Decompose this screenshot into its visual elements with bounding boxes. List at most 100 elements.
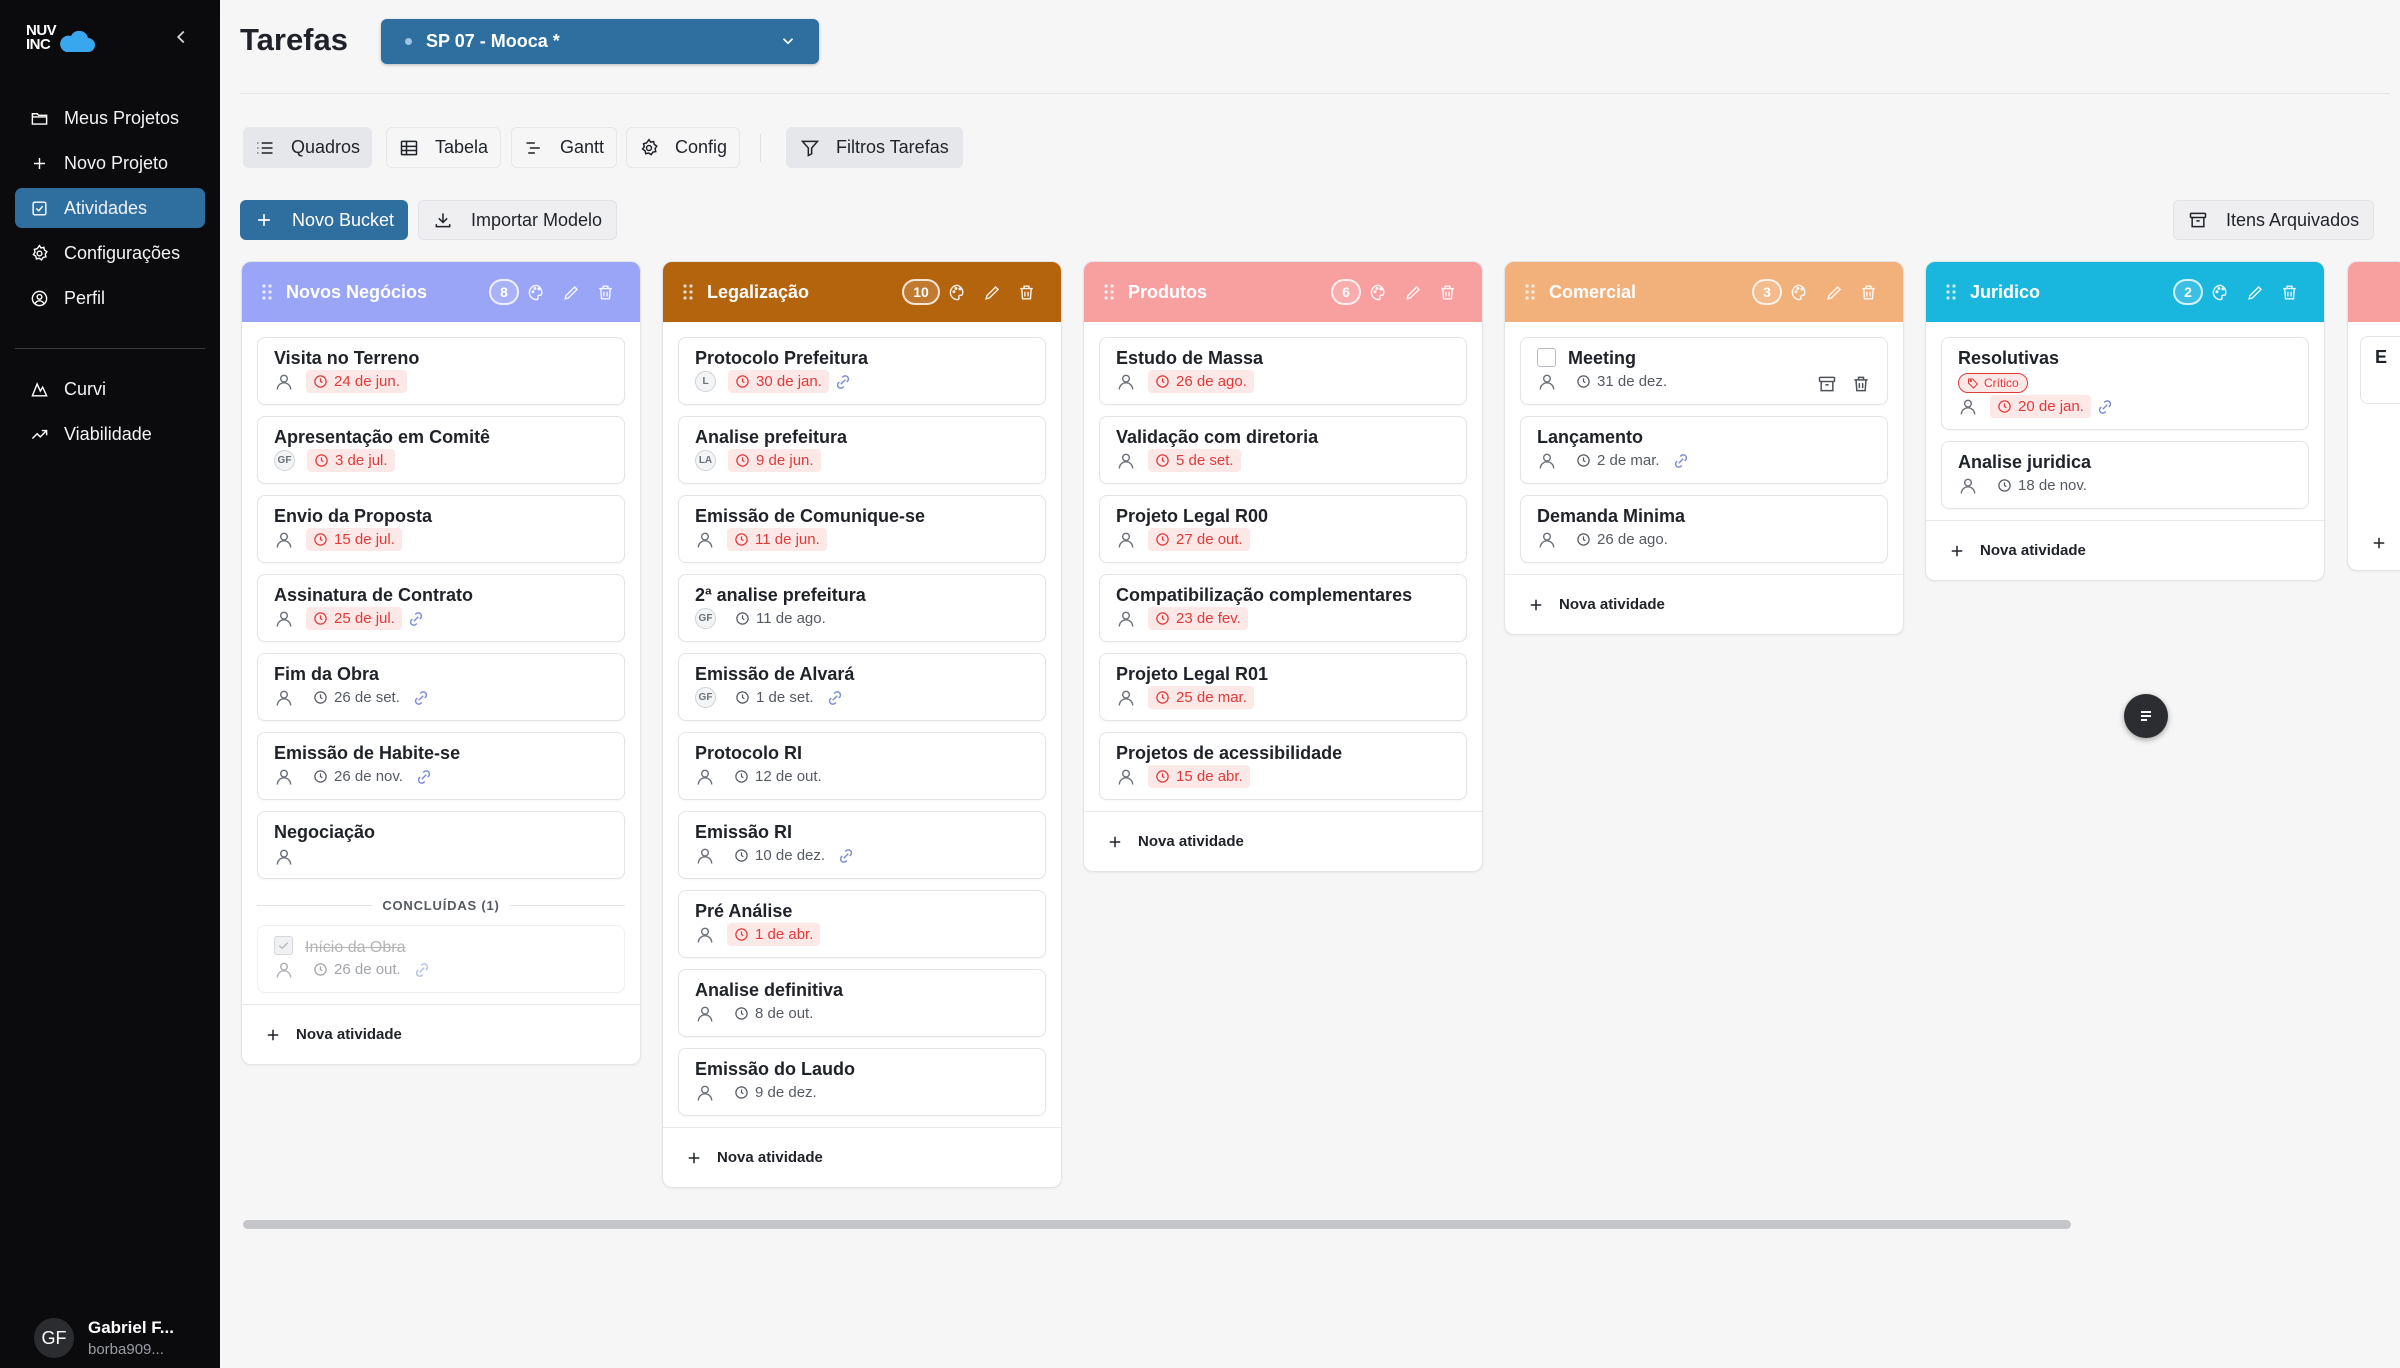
due-date[interactable]: 26 de set. <box>306 686 407 709</box>
task-card[interactable]: Negociação <box>257 811 625 879</box>
assignee-initials[interactable]: L <box>695 371 716 392</box>
person-icon[interactable] <box>1537 372 1557 392</box>
person-icon[interactable] <box>274 530 294 550</box>
task-card[interactable]: Emissão de Comunique-se 11 de jun. <box>678 495 1046 563</box>
task-card[interactable]: Projetos de acessibilidade 15 de abr. <box>1099 732 1467 800</box>
trash-icon[interactable] <box>596 283 615 302</box>
due-date-overdue[interactable]: 25 de mar. <box>1148 686 1254 709</box>
person-icon[interactable] <box>1958 476 1978 496</box>
nav-viabilidade[interactable]: Viabilidade <box>15 414 205 454</box>
person-icon[interactable] <box>274 609 294 629</box>
assignee-initials[interactable]: GF <box>695 687 716 708</box>
due-date-overdue[interactable]: 15 de abr. <box>1148 765 1250 788</box>
person-icon[interactable] <box>1116 688 1136 708</box>
tab-gantt[interactable]: Gantt <box>511 127 618 168</box>
due-date[interactable]: 9 de dez. <box>727 1081 824 1104</box>
new-activity-button[interactable]: Nova atividade <box>242 1004 640 1064</box>
task-card[interactable]: Emissão de Habite-se 26 de nov. <box>257 732 625 800</box>
task-card[interactable]: Analise prefeitura LA 9 de jun. <box>678 416 1046 484</box>
due-date-overdue[interactable]: 23 de fev. <box>1148 607 1248 630</box>
due-date[interactable]: 26 de out. <box>306 958 408 981</box>
task-card[interactable]: Envio da Proposta 15 de jul. <box>257 495 625 563</box>
person-icon[interactable] <box>1116 609 1136 629</box>
edit-icon[interactable] <box>1404 283 1423 302</box>
due-date-overdue[interactable]: 15 de jul. <box>306 528 402 551</box>
person-icon[interactable] <box>274 688 294 708</box>
person-icon[interactable] <box>274 960 294 980</box>
due-date[interactable]: 31 de dez. <box>1569 370 1674 393</box>
new-activity-button[interactable]: Nova atividade <box>663 1127 1061 1187</box>
task-card[interactable]: Protocolo RI 12 de out. <box>678 732 1046 800</box>
due-date[interactable]: 18 de nov. <box>1990 474 2094 497</box>
person-icon[interactable] <box>695 530 715 550</box>
edit-icon[interactable] <box>562 283 581 302</box>
assignee-initials[interactable]: LA <box>695 450 716 471</box>
person-icon[interactable] <box>695 1083 715 1103</box>
completed-task-card[interactable]: Início da Obra 26 de out. <box>257 925 625 993</box>
task-card[interactable]: 2ª analise prefeitura GF 11 de ago. <box>678 574 1046 642</box>
plus-icon[interactable] <box>2370 534 2388 552</box>
palette-icon[interactable] <box>948 283 967 302</box>
import-template-button[interactable]: Importar Modelo <box>418 200 618 240</box>
due-date[interactable]: 10 de dez. <box>727 844 832 867</box>
person-icon[interactable] <box>695 925 715 945</box>
task-checkbox[interactable] <box>1537 348 1556 367</box>
new-activity-button[interactable]: Nova atividade <box>1505 574 1903 634</box>
drag-handle-icon[interactable] <box>260 282 274 302</box>
task-card[interactable]: Validação com diretoria 5 de set. <box>1099 416 1467 484</box>
person-icon[interactable] <box>274 372 294 392</box>
task-checkbox[interactable] <box>274 936 293 955</box>
new-bucket-button[interactable]: Novo Bucket <box>240 200 409 240</box>
person-icon[interactable] <box>695 1004 715 1024</box>
nav-configuracoes[interactable]: Configurações <box>15 233 205 273</box>
person-icon[interactable] <box>695 767 715 787</box>
due-date[interactable]: 26 de nov. <box>306 765 410 788</box>
new-activity-button[interactable]: Nova atividade <box>1084 811 1482 871</box>
edit-icon[interactable] <box>2246 283 2265 302</box>
person-icon[interactable] <box>1116 451 1136 471</box>
completed-section-header[interactable]: CONCLUÍDAS (1) <box>257 898 625 913</box>
person-icon[interactable] <box>1116 530 1136 550</box>
due-date-overdue[interactable]: 1 de abr. <box>727 923 821 946</box>
trash-icon[interactable] <box>1851 374 1871 394</box>
bucket-partial[interactable]: E <box>2347 261 2400 571</box>
task-card[interactable]: Visita no Terreno 24 de jun. <box>257 337 625 405</box>
due-date-overdue[interactable]: 30 de jan. <box>728 370 829 393</box>
due-date-overdue[interactable]: 9 de jun. <box>728 449 821 472</box>
due-date-overdue[interactable]: 26 de ago. <box>1148 370 1254 393</box>
tab-quadros[interactable]: Quadros <box>243 127 373 168</box>
trash-icon[interactable] <box>1859 283 1878 302</box>
task-card[interactable]: Emissão de Alvará GF 1 de set. <box>678 653 1046 721</box>
due-date[interactable]: 1 de set. <box>728 686 821 709</box>
task-card[interactable]: Assinatura de Contrato 25 de jul. <box>257 574 625 642</box>
drag-handle-icon[interactable] <box>681 282 695 302</box>
drag-handle-icon[interactable] <box>1102 282 1116 302</box>
assignee-initials[interactable]: GF <box>695 608 716 629</box>
due-date-overdue[interactable]: 20 de jan. <box>1990 395 2091 418</box>
collapse-sidebar-button[interactable] <box>170 26 192 48</box>
trash-icon[interactable] <box>2280 283 2299 302</box>
nav-novo-projeto[interactable]: Novo Projeto <box>15 143 205 183</box>
due-date[interactable]: 2 de mar. <box>1569 449 1667 472</box>
task-card[interactable]: Compatibilização complementares 23 de fev… <box>1099 574 1467 642</box>
task-card[interactable]: Analise juridica 18 de nov. <box>1941 441 2309 509</box>
nav-curvi[interactable]: Curvi <box>15 369 205 409</box>
horizontal-scrollbar[interactable] <box>243 1220 2071 1229</box>
edit-icon[interactable] <box>1825 283 1844 302</box>
person-icon[interactable] <box>695 846 715 866</box>
person-icon[interactable] <box>1537 530 1557 550</box>
nav-atividades[interactable]: Atividades <box>15 188 205 228</box>
person-icon[interactable] <box>1116 372 1136 392</box>
trash-icon[interactable] <box>1017 283 1036 302</box>
due-date-overdue[interactable]: 5 de set. <box>1148 449 1241 472</box>
trash-icon[interactable] <box>1438 283 1457 302</box>
due-date[interactable]: 12 de out. <box>727 765 829 788</box>
filter-button[interactable]: Filtros Tarefas <box>786 127 963 168</box>
due-date-overdue[interactable]: 27 de out. <box>1148 528 1250 551</box>
task-card[interactable]: Meeting 31 de dez. <box>1520 337 1888 405</box>
task-card[interactable]: Resolutivas Crítico 20 de jan. <box>1941 337 2309 430</box>
task-card[interactable]: Lançamento 2 de mar. <box>1520 416 1888 484</box>
person-icon[interactable] <box>274 767 294 787</box>
palette-icon[interactable] <box>1790 283 1809 302</box>
task-card[interactable]: Pré Análise 1 de abr. <box>678 890 1046 958</box>
